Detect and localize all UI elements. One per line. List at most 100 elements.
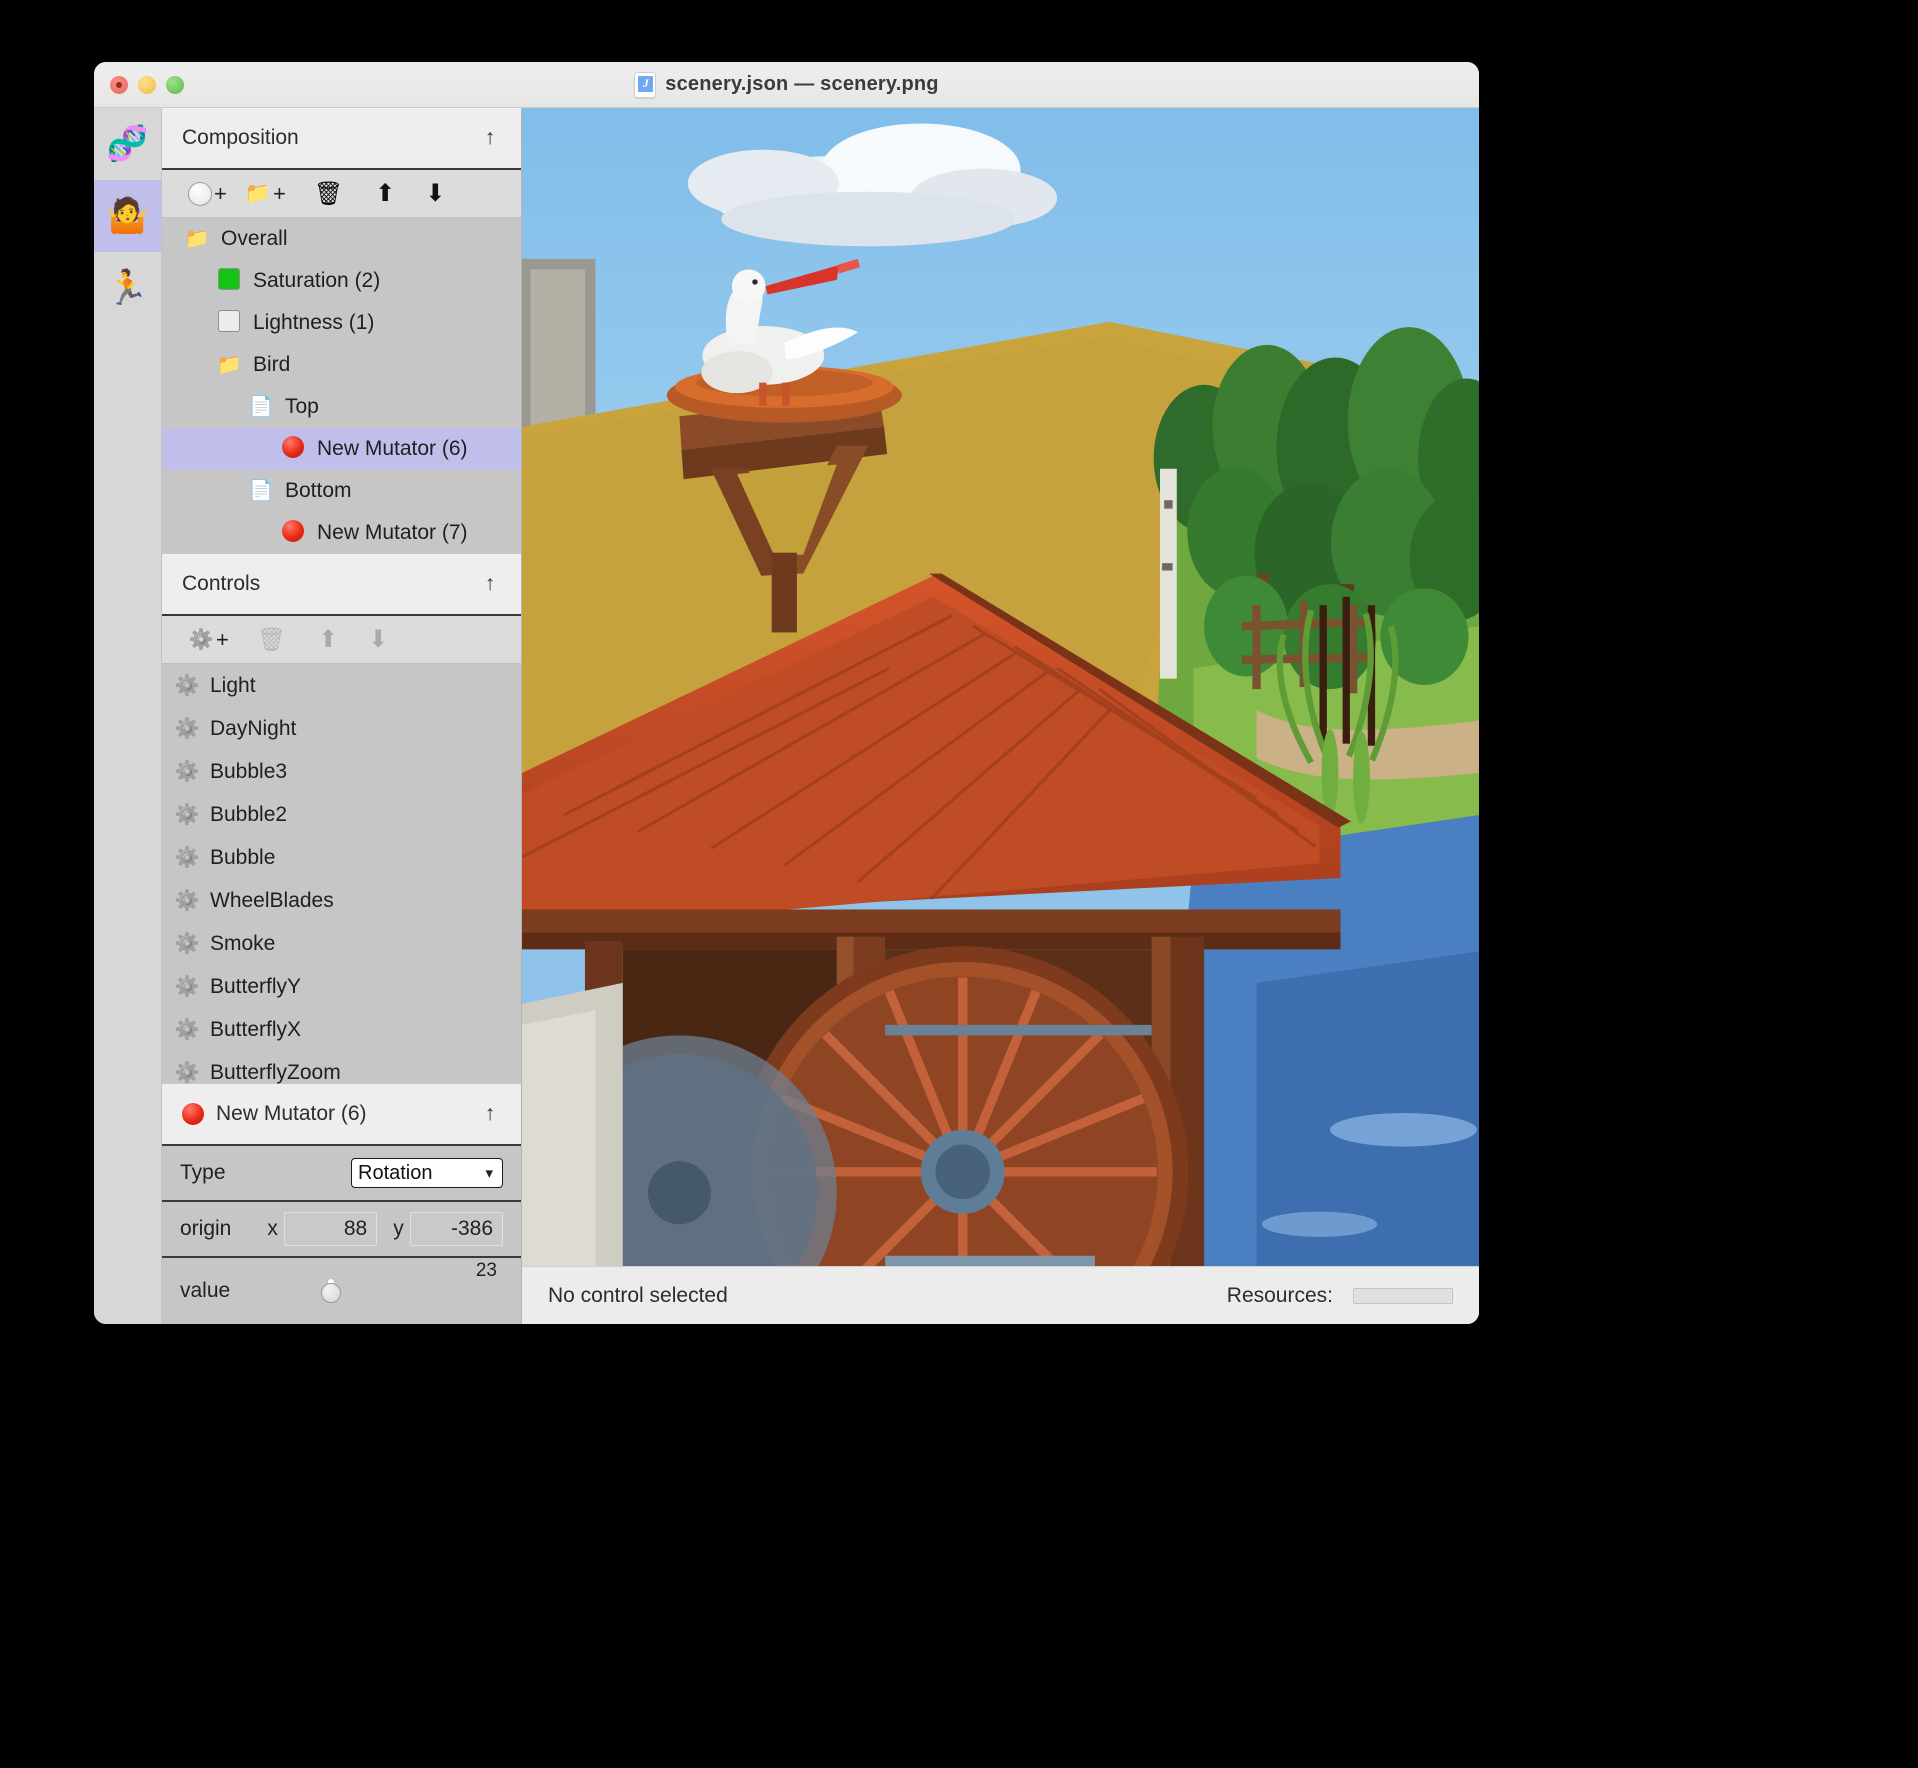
trash-icon: 🗑 [313, 180, 344, 206]
right-column: No control selected Resources: [522, 108, 1479, 1324]
control-label: DayNight [210, 716, 297, 740]
control-label: ButterflyX [210, 1017, 302, 1041]
scene-canvas[interactable] [522, 108, 1479, 1266]
origin-y-input[interactable]: -386 [409, 1212, 503, 1246]
control-move-up-button[interactable]: ⬆ [312, 625, 344, 653]
control-list-item[interactable]: ⚙️ ButterflyZoom [162, 1051, 521, 1085]
mutator-dot-icon [182, 1103, 204, 1125]
delete-layer-button[interactable]: 🗑 [308, 182, 349, 205]
plus-icon: + [216, 626, 229, 652]
composition-toolbar: + 📁 + 🗑 ⬆ ⬇ [162, 170, 521, 218]
gear-icon: ⚙️ [174, 933, 200, 955]
control-label: Bubble3 [210, 759, 288, 783]
mutator-title: New Mutator (6) [216, 1102, 367, 1125]
control-move-down-button[interactable]: ⬇ [362, 627, 394, 652]
tree-row[interactable]: 📄 Top [162, 386, 521, 428]
tree-row[interactable]: 📄 Bottom [162, 470, 521, 512]
controls-list[interactable]: ⚙️ Light ⚙️ DayNight ⚙️ Bubble3 ⚙️ Bubble2 ⚙️ Bub… [162, 664, 521, 1084]
trash-icon: 🗑 [256, 626, 287, 652]
controls-toolbar: ⚙️ + 🗑 ⬆ ⬇ [162, 616, 521, 664]
json-file-icon [634, 71, 657, 98]
mutator-panel-header[interactable]: New Mutator (6) ↑ [162, 1084, 521, 1146]
control-label: Smoke [210, 931, 276, 955]
control-list-item[interactable]: ⚙️ Light [162, 664, 521, 707]
tree-row[interactable]: Lightness (1) [162, 302, 521, 344]
control-list-item[interactable]: ⚙️ DayNight [162, 707, 521, 750]
delete-control-button[interactable]: 🗑 [251, 628, 292, 651]
resources-bar [1353, 1287, 1453, 1304]
composition-title: Composition [182, 126, 299, 149]
tree-row-label: Bottom [285, 479, 352, 502]
origin-x-input[interactable]: 88 [283, 1212, 378, 1246]
controls-panel-header[interactable]: Controls ↑ [162, 554, 521, 616]
resources-group: Resources: [1227, 1284, 1453, 1308]
mutator-dot [282, 520, 304, 542]
control-label: WheelBlades [210, 888, 334, 912]
type-select-wrap[interactable]: RotationTranslateStretchOpacityDeformLig… [351, 1158, 503, 1188]
mutator-properties: Type RotationTranslateStretchOpacityDefo… [162, 1146, 521, 1324]
add-layer-button[interactable]: + [182, 180, 233, 206]
add-control-button[interactable]: ⚙️ + [182, 626, 235, 652]
collapse-up-icon[interactable]: ↑ [479, 1102, 501, 1126]
origin-x-label: x [267, 1217, 278, 1240]
plus-icon: + [273, 180, 286, 206]
tree-row-label: Lightness (1) [253, 311, 375, 334]
tree-row[interactable]: New Mutator (6) [162, 428, 521, 470]
color-swatch-icon [216, 310, 242, 336]
dna-icon[interactable]: 🧬 [94, 108, 161, 180]
tree-row[interactable]: 📁 Overall [162, 218, 521, 260]
left-panel-column: Composition ↑ + 📁 + 🗑 ⬆ ⬇ 📁 Overall Satu… [162, 108, 522, 1324]
watermill-scene-illustration [522, 108, 1479, 1266]
type-select[interactable]: RotationTranslateStretchOpacityDeformLig… [351, 1158, 503, 1188]
composition-tree[interactable]: 📁 Overall Saturation (2) Lightness (1) 📁 Bird… [162, 218, 521, 554]
control-list-item[interactable]: ⚙️ Bubble [162, 836, 521, 879]
add-folder-button[interactable]: 📁 + [239, 180, 292, 206]
zoom-button[interactable] [166, 75, 184, 94]
circle-icon [188, 181, 212, 206]
control-list-item[interactable]: ⚙️ ButterflyY [162, 965, 521, 1008]
page-icon: 📄 [248, 396, 274, 418]
shrug-icon[interactable]: 🤷 [94, 180, 161, 252]
gear-icon: ⚙️ [188, 628, 214, 651]
mutator-title-group: New Mutator (6) [182, 1102, 479, 1126]
type-row: Type RotationTranslateStretchOpacityDefo… [162, 1146, 521, 1202]
control-list-item[interactable]: ⚙️ Bubble3 [162, 750, 521, 793]
tree-row[interactable]: Saturation (2) [162, 260, 521, 302]
composition-panel-header[interactable]: Composition ↑ [162, 108, 521, 170]
window-body: 🧬 🤷 🏃 Composition ↑ + 📁 + 🗑 ⬆ ⬇ 📁 Overal… [94, 108, 1479, 1324]
tree-row-label: Saturation (2) [253, 269, 381, 292]
gear-icon: ⚙️ [174, 761, 200, 783]
arrow-up-icon: ⬆ [318, 625, 339, 653]
minimize-button[interactable] [138, 75, 156, 94]
mutator-dot-icon [280, 436, 306, 462]
tree-row[interactable]: 📁 Bird [162, 344, 521, 386]
tree-row[interactable]: New Mutator (7) [162, 512, 521, 554]
plus-icon: + [214, 180, 227, 206]
arrow-up-icon: ⬆ [375, 179, 396, 207]
collapse-up-icon[interactable]: ↑ [479, 126, 501, 150]
control-list-item[interactable]: ⚙️ ButterflyX [162, 1008, 521, 1051]
folder-icon: 📁 [216, 354, 242, 376]
gear-icon: ⚙️ [174, 847, 200, 869]
move-up-button[interactable]: ⬆ [369, 179, 401, 207]
gear-icon: ⚙️ [174, 675, 200, 697]
runner-icon[interactable]: 🏃 [94, 252, 161, 324]
value-slider[interactable] [321, 1278, 341, 1303]
collapse-up-icon[interactable]: ↑ [479, 572, 501, 596]
close-button[interactable] [110, 75, 128, 94]
control-label: Bubble [210, 845, 276, 869]
gear-icon: ⚙️ [174, 1062, 200, 1084]
move-down-button[interactable]: ⬇ [419, 181, 451, 206]
controls-title: Controls [182, 572, 261, 595]
value-readout: 23 [475, 1260, 497, 1281]
mutator-dot [282, 436, 304, 458]
tree-row-label: Bird [253, 353, 291, 376]
folder-icon: 📁 [244, 182, 272, 205]
gear-icon: ⚙️ [174, 804, 200, 826]
page-icon: 📄 [248, 480, 274, 502]
control-list-item[interactable]: ⚙️ WheelBlades [162, 879, 521, 922]
mutator-dot-icon [280, 520, 306, 546]
origin-y-label: y [393, 1217, 404, 1240]
control-list-item[interactable]: ⚙️ Smoke [162, 922, 521, 965]
control-list-item[interactable]: ⚙️ Bubble2 [162, 793, 521, 836]
